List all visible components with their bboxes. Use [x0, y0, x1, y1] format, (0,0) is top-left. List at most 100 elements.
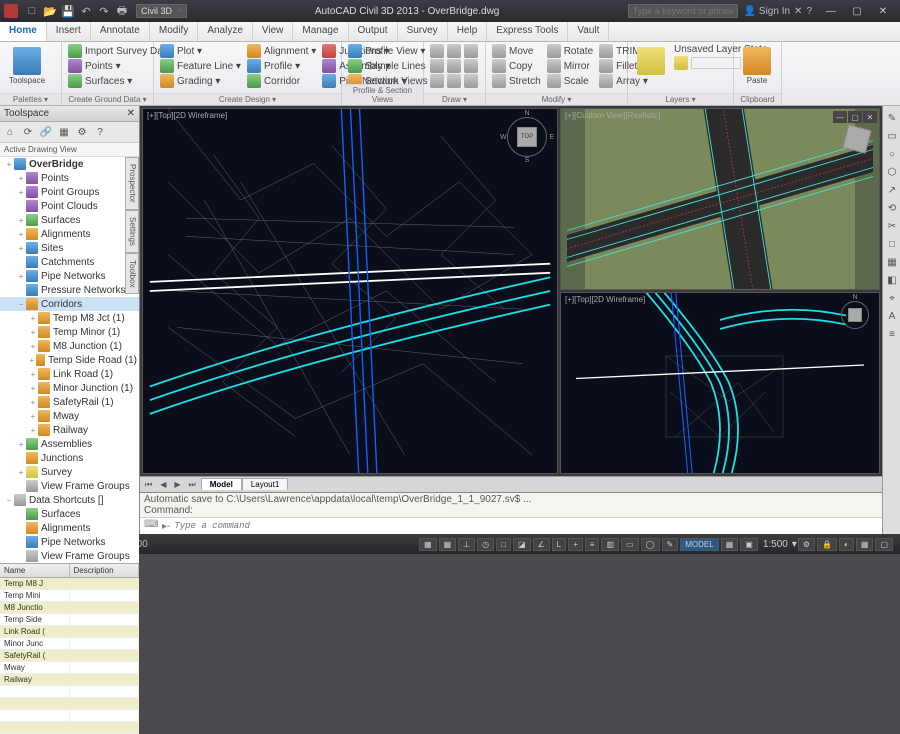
qat-redo-icon[interactable]: ↷ — [96, 3, 112, 19]
layout-last-icon[interactable]: ⏭ — [186, 480, 199, 490]
sb-ortho-button[interactable]: ⊥ — [458, 538, 475, 551]
side-tool-6[interactable]: ✂ — [884, 218, 900, 234]
tree-node[interactable]: +Alignments — [0, 227, 139, 241]
panel-close-icon[interactable]: ✕ — [127, 108, 135, 119]
tree-node[interactable]: Junctions — [0, 451, 139, 465]
corridor-button[interactable]: Corridor — [245, 74, 318, 88]
group-title[interactable]: Layers ▾ — [628, 93, 733, 105]
side-tab-settings[interactable]: Settings — [125, 210, 139, 253]
side-tool-1[interactable]: ▭ — [884, 128, 900, 144]
tree-node[interactable]: +Survey — [0, 465, 139, 479]
copy-button[interactable]: Copy — [490, 59, 543, 73]
group-title[interactable]: Create Design ▾ — [154, 93, 341, 105]
grid-body[interactable]: Temp M8 JTemp MiniM8 JunctioTemp SideLin… — [0, 578, 139, 734]
side-tool-9[interactable]: ◧ — [884, 272, 900, 288]
tree-node[interactable]: +Point Groups — [0, 185, 139, 199]
ts-link-icon[interactable]: 🔗 — [38, 124, 54, 140]
group-title[interactable]: Create Ground Data ▾ — [62, 93, 153, 105]
menu-tab-view[interactable]: View — [253, 22, 294, 41]
tree-node[interactable]: +Temp Side Road (1) — [0, 353, 139, 367]
group-title[interactable]: Profile & Section Views — [342, 84, 423, 105]
grid-row[interactable]: Temp Mini — [0, 590, 139, 602]
grid-row[interactable]: SafetyRail ( — [0, 650, 139, 662]
tree-node[interactable]: +Assemblies — [0, 437, 139, 451]
grid-row[interactable]: Minor Junc — [0, 638, 139, 650]
workspace-dropdown[interactable]: Civil 3D — [136, 4, 187, 18]
grid-row[interactable]: Mway — [0, 662, 139, 674]
sb-am-button[interactable]: ✎ — [662, 538, 679, 551]
tree-node[interactable]: Catchments — [0, 255, 139, 269]
sb-grid-button[interactable]: ▦ — [439, 538, 457, 551]
tree-node[interactable]: Pipe Networks — [0, 535, 139, 549]
paste-button[interactable]: Paste — [738, 44, 776, 88]
annotation-scale[interactable]: 1:500 — [763, 539, 788, 550]
sb-osnap-button[interactable]: □ — [496, 538, 511, 551]
viewcube-face[interactable]: TOP — [517, 127, 537, 147]
side-tool-5[interactable]: ⟲ — [884, 200, 900, 216]
draw-line-button[interactable] — [428, 44, 480, 58]
sb-qp-button[interactable]: ▭ — [621, 538, 639, 551]
draw-arc-button[interactable] — [428, 59, 480, 73]
menu-tab-help[interactable]: Help — [448, 22, 488, 41]
layout-tab-layout1[interactable]: Layout1 — [242, 478, 288, 490]
help-search-input[interactable] — [628, 4, 738, 18]
side-tool-4[interactable]: ↗ — [884, 182, 900, 198]
draw-circle-button[interactable] — [428, 74, 480, 88]
tree-node[interactable]: View Frame Groups — [0, 549, 139, 563]
tree-node[interactable]: Alignments — [0, 521, 139, 535]
command-input[interactable] — [174, 521, 878, 531]
sb-iso-button[interactable]: ▦ — [856, 538, 874, 551]
viewcube[interactable] — [845, 127, 869, 151]
viewcube[interactable]: NSWETOP — [507, 117, 547, 157]
tree-node[interactable]: +Link Road (1) — [0, 367, 139, 381]
group-title[interactable]: Modify ▾ — [486, 93, 627, 105]
viewcube[interactable]: N — [841, 301, 869, 329]
maximize-button[interactable]: ▢ — [844, 3, 870, 19]
mirror-button[interactable]: Mirror — [545, 59, 595, 73]
layout-next-icon[interactable]: ▶ — [171, 480, 183, 489]
side-tool-0[interactable]: ✎ — [884, 110, 900, 126]
move-button[interactable]: Move — [490, 44, 543, 58]
sb-snap-button[interactable]: ▦ — [419, 538, 437, 551]
sb-hw-button[interactable]: ◐ — [839, 538, 854, 551]
tree-node[interactable]: +Temp Minor (1) — [0, 325, 139, 339]
grading-button[interactable]: Grading ▾ — [158, 74, 243, 88]
menu-tab-insert[interactable]: Insert — [47, 22, 91, 41]
qat-plot-icon[interactable]: 🖶 — [114, 3, 130, 19]
sb-sc-button[interactable]: ◯ — [641, 538, 660, 551]
tree-node[interactable]: +SafetyRail (1) — [0, 395, 139, 409]
sb-otrack-button[interactable]: ∠ — [533, 538, 550, 551]
tree-node[interactable]: +Temp M8 Jct (1) — [0, 311, 139, 325]
alignment-button[interactable]: Alignment ▾ — [245, 44, 318, 58]
side-tool-10[interactable]: ⌖ — [884, 290, 900, 306]
menu-tab-vault[interactable]: Vault — [568, 22, 609, 41]
tree-node[interactable]: +Minor Junction (1) — [0, 381, 139, 395]
plot-button[interactable]: Plot ▾ — [158, 44, 243, 58]
viewport-label[interactable]: [+][Top][2D Wireframe] — [147, 111, 227, 120]
menu-tab-express-tools[interactable]: Express Tools — [487, 22, 568, 41]
side-tool-11[interactable]: A — [884, 308, 900, 324]
tree-node[interactable]: +M8 Junction (1) — [0, 339, 139, 353]
scale-button[interactable]: Scale — [545, 74, 595, 88]
stretch-button[interactable]: Stretch — [490, 74, 543, 88]
menu-tab-annotate[interactable]: Annotate — [91, 22, 150, 41]
sb-dyn-button[interactable]: + — [568, 538, 583, 551]
viewport-label[interactable]: [+][Top][2D Wireframe] — [565, 295, 645, 304]
qat-new-icon[interactable]: □ — [24, 3, 40, 19]
ts-home-icon[interactable]: ⌂ — [2, 124, 18, 140]
profile-button[interactable]: Profile ▾ — [245, 59, 318, 73]
menu-tab-analyze[interactable]: Analyze — [198, 22, 253, 41]
menu-tab-output[interactable]: Output — [349, 22, 398, 41]
sb-lock-icon[interactable]: 🔒 — [817, 538, 837, 551]
sb-lwt-button[interactable]: ≡ — [585, 538, 600, 551]
minimize-button[interactable]: — — [818, 3, 844, 19]
side-tool-12[interactable]: ≡ — [884, 326, 900, 342]
layer-props-button[interactable] — [632, 44, 670, 79]
vp-max-icon[interactable]: ▢ — [848, 111, 862, 123]
toolspace-button[interactable]: Toolspace — [4, 44, 50, 88]
ts-help-icon[interactable]: ? — [92, 124, 108, 140]
menu-tab-modify[interactable]: Modify — [150, 22, 198, 41]
vp-min-icon[interactable]: — — [833, 111, 847, 123]
tree-node[interactable]: +Sites — [0, 241, 139, 255]
qat-open-icon[interactable]: 📂 — [42, 3, 58, 19]
